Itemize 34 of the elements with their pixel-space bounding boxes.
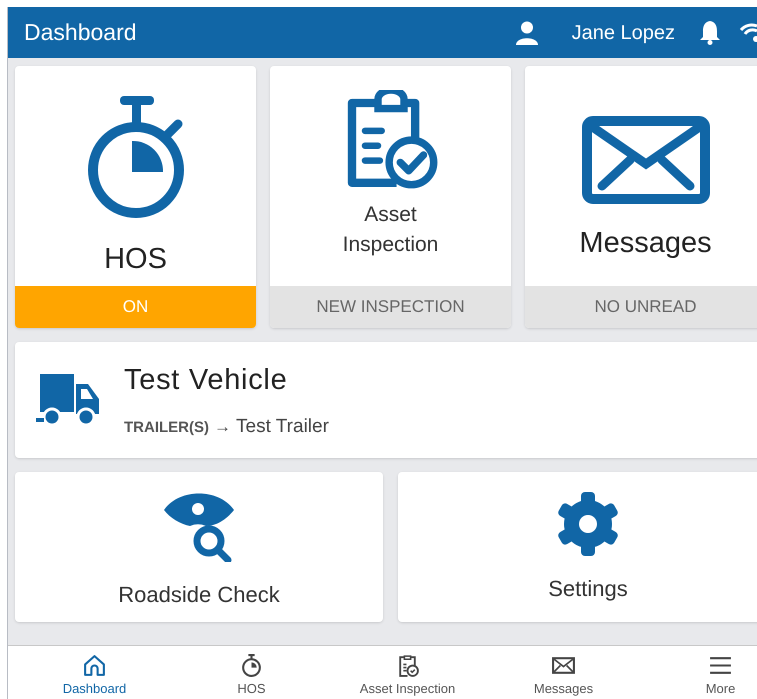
bell-icon[interactable] — [699, 20, 721, 45]
tile-card[interactable]: Asset Inspection NEW INSPECTION — [270, 66, 511, 328]
trailer-label: TRAILER(S) — [124, 418, 209, 438]
nav-tab[interactable]: Asset Inspection — [330, 646, 485, 699]
home-icon — [82, 652, 107, 678]
shortcut-card[interactable]: Settings — [398, 472, 757, 622]
shortcut-card[interactable]: Roadside Check — [15, 472, 383, 622]
tile-card[interactable]: Messages NO UNREAD — [525, 66, 757, 328]
status-bar: NO UNREAD — [525, 286, 757, 328]
gear-icon — [556, 492, 620, 556]
wifi-icon — [739, 20, 757, 44]
status-bar: ON — [15, 286, 256, 328]
vehicle-card[interactable]: Test Vehicle TRAILER(S) → Test Trailer — [15, 342, 757, 458]
nav-tab[interactable]: HOS — [173, 646, 330, 699]
tile-card[interactable]: HOS ON — [15, 66, 256, 328]
shortcut-label: Settings — [548, 575, 628, 603]
arrow-glyph: → — [214, 416, 231, 438]
tile-label: Messages — [579, 226, 712, 261]
tile-label: Asset Inspection — [342, 202, 440, 258]
shortcut-label: Roadside Check — [118, 581, 280, 609]
nav-tab[interactable]: More — [642, 646, 757, 699]
stopwatch-icon — [86, 96, 186, 220]
envelope-icon — [582, 116, 710, 204]
user-icon[interactable] — [516, 20, 538, 44]
stopwatch-icon — [239, 652, 264, 678]
status-bar: NEW INSPECTION — [270, 286, 511, 328]
user-name: Jane Lopez — [572, 20, 675, 46]
trailer-name: Test Trailer — [236, 414, 329, 438]
header-title: Dashboard — [24, 18, 138, 48]
nav-tab[interactable]: Dashboard — [16, 646, 173, 699]
eye-search-icon — [164, 492, 234, 562]
tile-label: HOS — [104, 242, 167, 277]
nav-tab[interactable]: Messages — [485, 646, 642, 699]
vehicle-name: Test Vehicle — [124, 363, 288, 398]
